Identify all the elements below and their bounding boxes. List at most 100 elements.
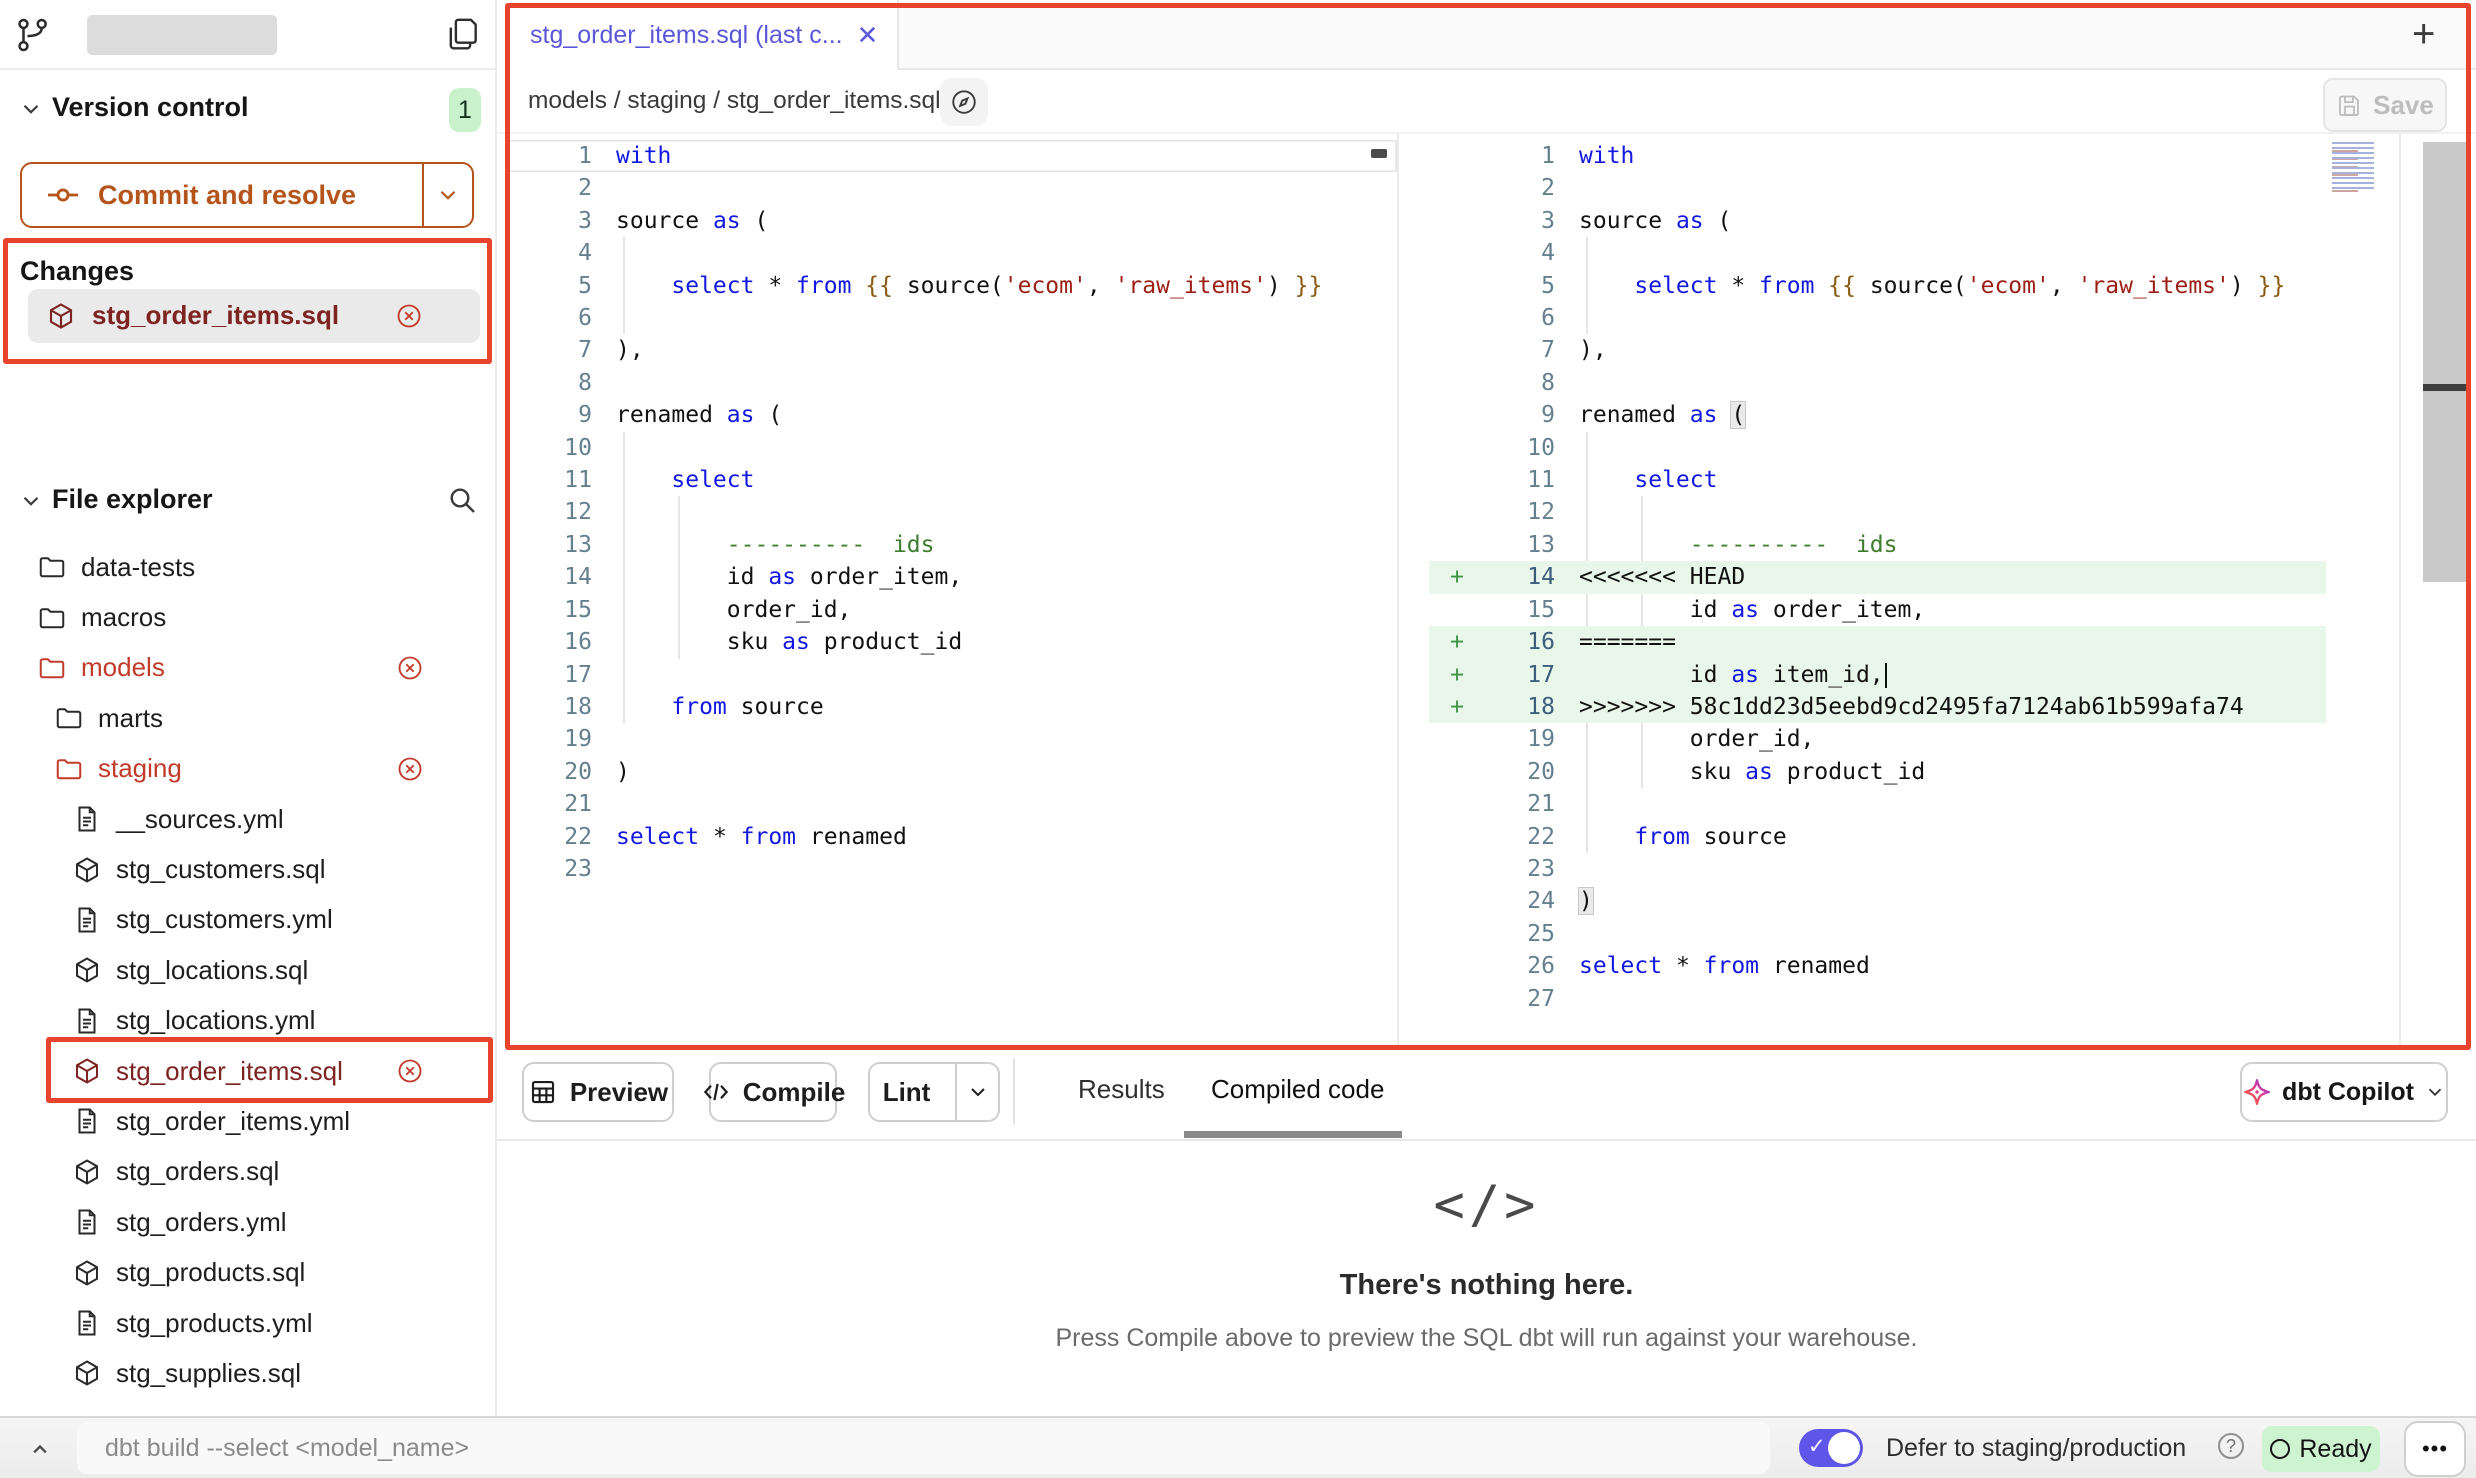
minimap[interactable]	[2332, 142, 2383, 192]
code-line[interactable]: 11 select	[505, 464, 1397, 496]
commit-dropdown-button[interactable]	[422, 164, 472, 226]
code-pane-modified[interactable]: 1with23source as (45 select * from {{ so…	[1429, 134, 2326, 1015]
save-button[interactable]: Save	[2323, 78, 2447, 132]
preview-button[interactable]: Preview	[522, 1062, 674, 1122]
file-explorer-item-stg_customers.yml[interactable]: stg_customers.yml	[0, 895, 497, 945]
commit-and-resolve-button[interactable]: Commit and resolve	[20, 162, 474, 228]
tab-compiled-code[interactable]: Compiled code	[1211, 1074, 1384, 1105]
code-line[interactable]: 14 id as order_item,	[505, 561, 1397, 593]
code-line[interactable]: 8	[505, 367, 1397, 399]
code-line[interactable]: 5 select * from {{ source('ecom', 'raw_i…	[505, 270, 1397, 302]
code-line[interactable]: 12	[505, 496, 1397, 528]
more-options-button[interactable]: •••	[2404, 1421, 2466, 1477]
code-line[interactable]: +16=======	[1429, 626, 2326, 658]
discard-change-icon[interactable]	[396, 755, 424, 783]
code-line[interactable]: 26select * from renamed	[1429, 950, 2326, 982]
code-line[interactable]: 4	[505, 237, 1397, 269]
code-line[interactable]: 20 sku as product_id	[1429, 756, 2326, 788]
code-pane-original[interactable]: 1with23source as (45 select * from {{ so…	[505, 134, 1397, 885]
code-line[interactable]: 18 from source	[505, 691, 1397, 723]
copy-files-icon[interactable]	[444, 15, 482, 53]
discard-change-icon[interactable]	[396, 1057, 424, 1085]
code-line[interactable]: 5 select * from {{ source('ecom', 'raw_i…	[1429, 270, 2326, 302]
file-explorer-item-marts[interactable]: marts	[0, 693, 497, 743]
code-line[interactable]: 17	[505, 659, 1397, 691]
code-line[interactable]: 20)	[505, 756, 1397, 788]
file-explorer-item-stg_orders.yml[interactable]: stg_orders.yml	[0, 1197, 497, 1247]
version-control-chevron-icon[interactable]	[18, 96, 44, 122]
file-explorer-item-stg_locations.sql[interactable]: stg_locations.sql	[0, 945, 497, 995]
code-line[interactable]: 4	[1429, 237, 2326, 269]
code-line[interactable]: 27	[1429, 983, 2326, 1015]
code-line[interactable]: 19	[505, 723, 1397, 755]
new-tab-button[interactable]: +	[2412, 12, 2435, 57]
discard-change-icon[interactable]	[395, 302, 423, 330]
file-explorer-item-stg_orders.sql[interactable]: stg_orders.sql	[0, 1147, 497, 1197]
file-explorer-item-__sources.yml[interactable]: __sources.yml	[0, 794, 497, 844]
code-line[interactable]: 24)	[1429, 885, 2326, 917]
code-line[interactable]: 1with	[505, 140, 1397, 172]
code-line[interactable]: 23	[1429, 853, 2326, 885]
code-line[interactable]: 25	[1429, 918, 2326, 950]
file-explorer-item-staging[interactable]: staging	[0, 744, 497, 794]
code-line[interactable]: 13 ---------- ids	[505, 529, 1397, 561]
lint-button[interactable]: Lint	[868, 1062, 1000, 1122]
tab-results[interactable]: Results	[1078, 1074, 1165, 1105]
code-line[interactable]: 9renamed as (	[1429, 399, 2326, 431]
code-line[interactable]: 15 id as order_item,	[1429, 594, 2326, 626]
code-line[interactable]: 13 ---------- ids	[1429, 529, 2326, 561]
file-explorer-item-stg_order_items.sql[interactable]: stg_order_items.sql	[0, 1046, 497, 1096]
defer-toggle[interactable]: ✓	[1799, 1429, 1863, 1467]
file-explorer-item-stg_customers.sql[interactable]: stg_customers.sql	[0, 844, 497, 894]
changes-file-row[interactable]: stg_order_items.sql	[28, 289, 480, 343]
lint-dropdown-button[interactable]	[955, 1064, 998, 1120]
code-line[interactable]: 19 order_id,	[1429, 723, 2326, 755]
code-line[interactable]: 6	[1429, 302, 2326, 334]
code-line[interactable]: 3source as (	[505, 205, 1397, 237]
code-line[interactable]: 7),	[505, 334, 1397, 366]
code-line[interactable]: 8	[1429, 367, 2326, 399]
file-explorer-item-data-tests[interactable]: data-tests	[0, 542, 497, 592]
lineage-button[interactable]	[940, 78, 988, 126]
file-explorer-item-stg_supplies.sql[interactable]: stg_supplies.sql	[0, 1348, 497, 1398]
lint-button-label[interactable]: Lint	[870, 1064, 943, 1120]
code-line[interactable]: 23	[505, 853, 1397, 885]
code-line[interactable]: 22select * from renamed	[505, 821, 1397, 853]
code-line[interactable]: 21	[505, 788, 1397, 820]
help-icon[interactable]: ?	[2218, 1433, 2244, 1459]
code-line[interactable]: 21	[1429, 788, 2326, 820]
command-input[interactable]: dbt build --select <model_name>	[77, 1422, 1770, 1474]
code-line[interactable]: 1with	[1429, 140, 2326, 172]
code-line[interactable]: +14<<<<<<< HEAD	[1429, 561, 2326, 593]
code-line[interactable]: 2	[505, 172, 1397, 204]
file-explorer-item-stg_locations.yml[interactable]: stg_locations.yml	[0, 996, 497, 1046]
code-line[interactable]: 10	[1429, 432, 2326, 464]
editor-scrollbar-handle[interactable]	[2423, 384, 2468, 391]
dbt-copilot-button[interactable]: dbt Copilot	[2240, 1062, 2448, 1122]
compile-button[interactable]: Compile	[709, 1062, 837, 1122]
code-line[interactable]: +17 id as item_id,	[1429, 659, 2326, 691]
editor-scrollbar[interactable]	[2423, 142, 2468, 582]
expand-command-bar-icon[interactable]	[26, 1436, 54, 1464]
code-line[interactable]: 15 order_id,	[505, 594, 1397, 626]
code-line[interactable]: 7),	[1429, 334, 2326, 366]
file-explorer-chevron-icon[interactable]	[18, 488, 44, 514]
file-explorer-item-stg_order_items.yml[interactable]: stg_order_items.yml	[0, 1096, 497, 1146]
code-line[interactable]: 3source as (	[1429, 205, 2326, 237]
code-line[interactable]: +18>>>>>>> 58c1dd23d5eebd9cd2495fa7124ab…	[1429, 691, 2326, 723]
tab-close-icon[interactable]: ✕	[857, 20, 879, 51]
code-line[interactable]: 22 from source	[1429, 821, 2326, 853]
tab-stg-order-items[interactable]: stg_order_items.sql (last c... ✕	[497, 0, 899, 71]
file-explorer-item-stg_products.sql[interactable]: stg_products.sql	[0, 1247, 497, 1297]
status-badge[interactable]: Ready	[2262, 1426, 2380, 1472]
file-explorer-item-stg_products.yml[interactable]: stg_products.yml	[0, 1298, 497, 1348]
code-line[interactable]: 12	[1429, 496, 2326, 528]
code-line[interactable]: 16 sku as product_id	[505, 626, 1397, 658]
discard-change-icon[interactable]	[396, 654, 424, 682]
code-line[interactable]: 2	[1429, 172, 2326, 204]
left-pane-scrollbar-thumb[interactable]	[1371, 149, 1387, 158]
code-line[interactable]: 9renamed as (	[505, 399, 1397, 431]
file-explorer-item-macros[interactable]: macros	[0, 592, 497, 642]
search-icon[interactable]	[446, 484, 478, 516]
file-explorer-item-models[interactable]: models	[0, 643, 497, 693]
